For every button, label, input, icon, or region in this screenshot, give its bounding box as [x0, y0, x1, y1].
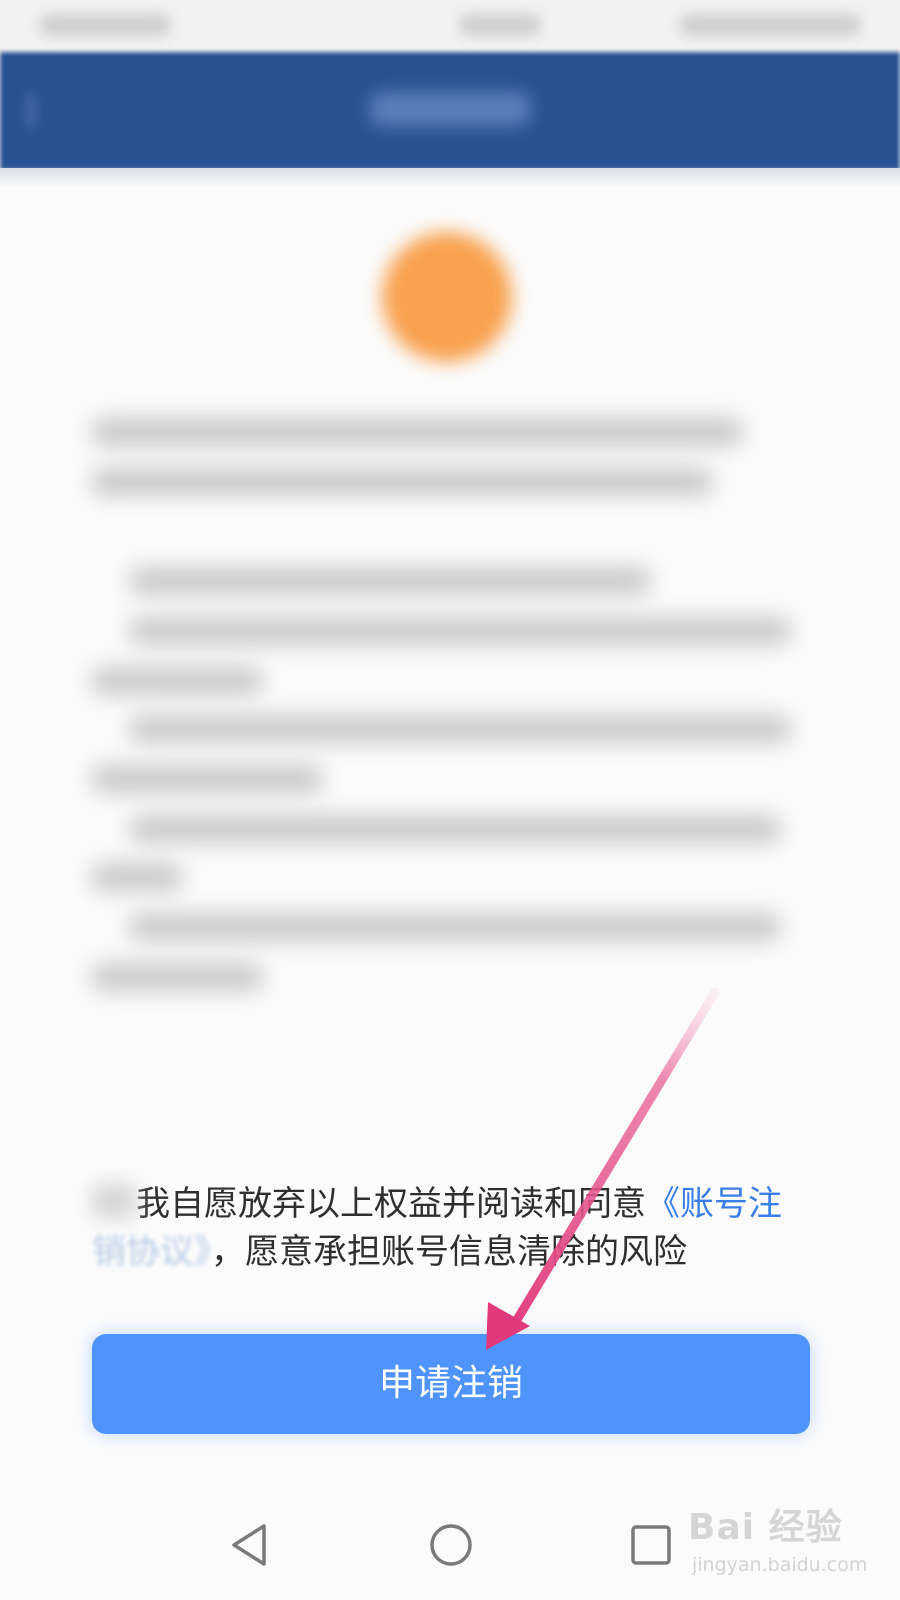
- terms-line: [130, 617, 790, 645]
- watermark-main: Bai 经验: [688, 1507, 843, 1548]
- terms-line: [130, 567, 650, 595]
- agreement-link-visible: 《账号注: [646, 1184, 782, 1224]
- terms-line: [92, 863, 182, 891]
- terms-line: [92, 468, 712, 496]
- apply-cancellation-button[interactable]: 申请注销: [92, 1334, 810, 1434]
- consent-statement: 我自愿放弃以上权益并阅读和同意《账号注销协议》，愿意承担账号信息清除的风险: [92, 1180, 812, 1276]
- terms-line: [92, 667, 262, 695]
- square-recents-icon[interactable]: [628, 1522, 674, 1568]
- circle-home-icon[interactable]: [428, 1522, 474, 1568]
- terms-line: [130, 913, 780, 941]
- terms-line: [130, 815, 780, 843]
- consent-checkbox[interactable]: [92, 1183, 136, 1219]
- cancellation-terms-text: [0, 0, 900, 1100]
- consent-text-suffix: ，愿意承担账号信息清除的风险: [211, 1232, 687, 1272]
- terms-line: [130, 715, 790, 743]
- agreement-link-faded: 销协议》: [92, 1232, 211, 1272]
- triangle-back-icon[interactable]: [228, 1522, 272, 1568]
- baidu-jingyan-watermark: Bai 经验 jingyan.baidu.com: [688, 1498, 888, 1588]
- consent-text-prefix: 我自愿放弃以上权益并阅读和同意: [136, 1184, 646, 1224]
- terms-line: [92, 418, 742, 446]
- terms-line: [92, 765, 322, 793]
- terms-line: [92, 963, 262, 991]
- watermark-sub: jingyan.baidu.com: [692, 1554, 868, 1576]
